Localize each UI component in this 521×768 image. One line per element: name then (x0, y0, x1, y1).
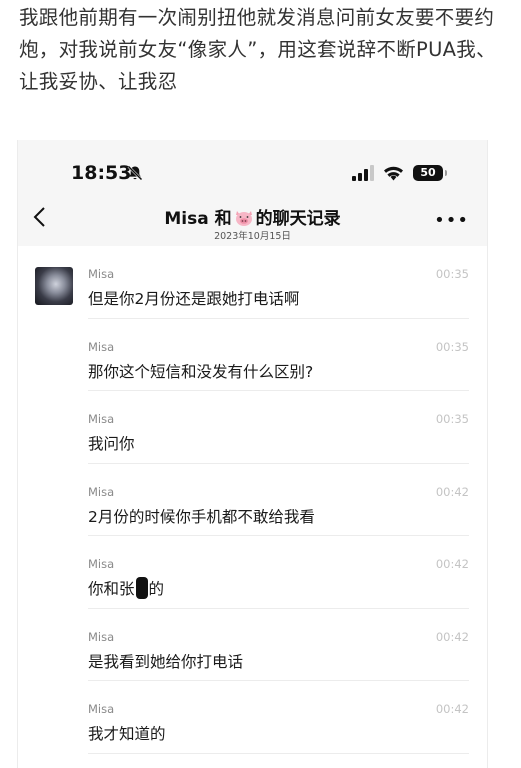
title-part-2: 的聊天记录 (255, 209, 341, 229)
status-icons: 50 (352, 163, 447, 183)
message-text-before: 你和张 (88, 580, 135, 598)
message-time: 00:35 (435, 267, 469, 281)
redaction-mark (135, 577, 148, 599)
sender-name: Misa (88, 629, 115, 644)
message-text: 那你这个短信和没发有什么区别? (88, 362, 314, 381)
status-time: 18:53 (71, 162, 132, 184)
sender-name: Misa (88, 412, 115, 426)
message-text: 你和张的 (88, 577, 164, 599)
message-row: Misa 00:42 你和张的 (18, 536, 487, 609)
page-title: Misa 和 的聊天记录 (18, 204, 487, 229)
message-text: 2月份的时候你手机都不敢给我看 (88, 507, 315, 526)
message-row: Misa 00:42 2月份的时候你手机都不敢给我看 (18, 464, 487, 536)
message-text: 我问你 (88, 435, 135, 453)
chat-date: 2023年10月15日 (214, 231, 291, 242)
sender-name: Misa (88, 702, 115, 716)
message-time: 00:42 (435, 484, 469, 499)
message-row: Misa 00:42 我才知道的 (18, 681, 487, 754)
sender-name: Misa (88, 484, 115, 499)
message-time: 00:42 (435, 702, 469, 716)
bell-muted-icon (127, 165, 143, 181)
message-row: Misa 00:35 但是你2月份还是跟她打电话啊 (18, 246, 487, 319)
signal-icon (352, 165, 374, 181)
message-row: Misa 00:35 我问你 (18, 391, 487, 464)
message-text: 但是你2月份还是跟她打电话啊 (88, 290, 300, 308)
sender-name: Misa (88, 339, 115, 354)
message-row: Misa 00:35 那你这个短信和没发有什么区别? (18, 319, 487, 391)
post-text: 我跟他前期有一次闹别扭他就发消息问前女友要不要约炮，对我说前女友“像家人”，用这… (19, 6, 496, 93)
pig-emoji-icon (235, 211, 252, 226)
message-text-after: 的 (148, 580, 165, 598)
message-row: Misa 00:42 是我看到她给你打电话 (18, 609, 487, 681)
divider (88, 752, 469, 754)
top-bar: 18:53 50 Misa 和 的聊天记录 2023年10月15日 ••• (18, 140, 487, 246)
more-options-icon[interactable]: ••• (434, 212, 469, 230)
message-time: 00:35 (435, 412, 469, 426)
chat-history-screenshot: 18:53 50 Misa 和 的聊天记录 2023年10月15日 ••• Mi… (17, 140, 488, 768)
wifi-icon (384, 166, 403, 181)
message-text: 是我看到她给你打电话 (88, 652, 244, 671)
message-time: 00:42 (435, 629, 469, 644)
sender-name: Misa (88, 267, 115, 281)
message-time: 00:42 (435, 557, 469, 571)
avatar[interactable] (35, 267, 73, 305)
battery-icon: 50 (413, 165, 447, 181)
message-time: 00:35 (435, 339, 469, 354)
title-part-1: Misa 和 (164, 209, 232, 229)
message-list: Misa 00:35 但是你2月份还是跟她打电话啊 Misa 00:35 那你这… (18, 246, 487, 754)
sender-name: Misa (88, 557, 115, 571)
message-text: 我才知道的 (88, 725, 166, 743)
